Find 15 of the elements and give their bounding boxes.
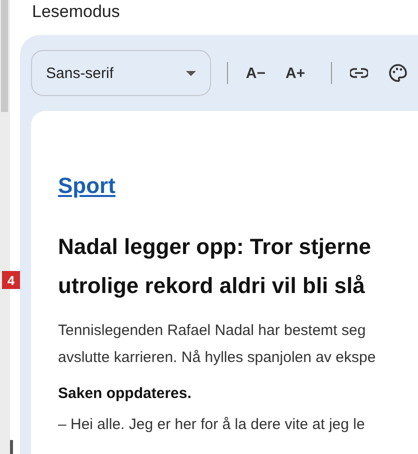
section-link[interactable]: Sport [58,173,116,199]
article-intro: Tennislegenden Rafael Nadal har bestemt seg avslutte karrieren. Nå hylles spanjolen av ekspe [58,321,377,368]
font-select[interactable]: Sans-serif [31,50,212,96]
decrease-font-button[interactable]: A− [236,57,276,89]
article-paragraph: – Hei alle. Jeg er her for å la dere vite at jeg le [58,416,366,433]
article-headline: Nadal legger opp: Tror stjerne utrolige rekord aldri vil bli slå [58,233,372,300]
step-marker: 4 [2,271,20,289]
scrollbar-thumb[interactable] [10,440,13,454]
update-note: Saken oppdateres. [58,385,192,402]
caret-icon [186,70,196,76]
panel-title: Lesemodus [31,1,121,23]
scrollbar-thumb[interactable] [1,0,8,112]
link-icon [350,68,368,78]
increase-font-button[interactable]: A+ [276,57,316,89]
palette-icon [388,63,408,83]
